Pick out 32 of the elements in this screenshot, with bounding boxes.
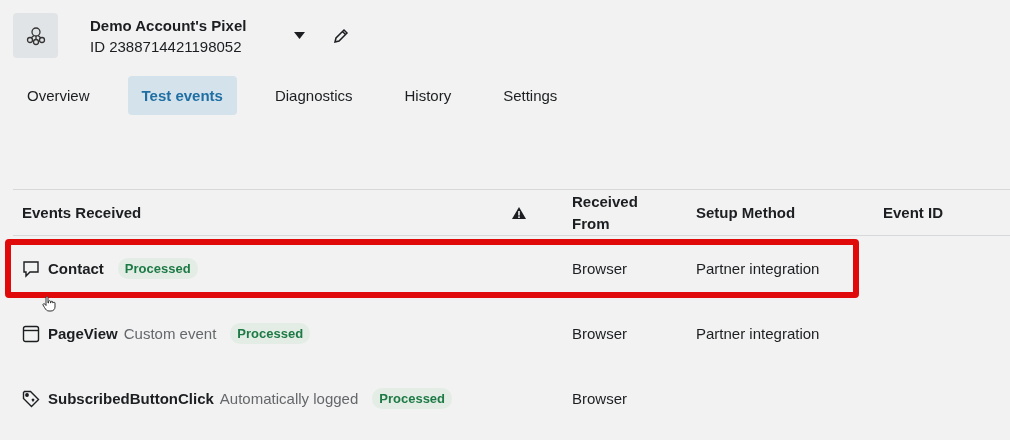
event-name[interactable]: PageView <box>48 325 118 342</box>
table-cell: Browser <box>572 324 627 342</box>
network-icon <box>24 24 47 47</box>
status-badge: Processed <box>117 258 198 279</box>
event-name[interactable]: SubscribedButtonClick <box>48 390 214 407</box>
event-description: Automatically logged <box>219 390 359 407</box>
tab[interactable]: Test events <box>127 76 237 115</box>
column-header: Setup Method <box>696 203 796 221</box>
tab[interactable]: Overview <box>13 76 104 115</box>
window-icon <box>22 324 40 343</box>
status-badge: Processed <box>230 323 311 344</box>
speech-bubble-icon <box>22 259 40 278</box>
event-description: Custom event <box>123 325 217 342</box>
hand-cursor-icon <box>42 296 56 312</box>
tag-icon <box>22 389 40 408</box>
table-cell: Partner integration <box>696 324 820 342</box>
pencil-icon[interactable] <box>332 26 350 45</box>
pixel-name: Demo Account's Pixel <box>90 16 248 34</box>
column-header: Event ID <box>883 203 943 221</box>
event-name[interactable]: Contact <box>48 260 104 277</box>
pixel-id: ID 2388714421198052 <box>90 37 243 55</box>
tab[interactable]: Settings <box>489 76 572 115</box>
column-header: Events Received <box>22 204 142 221</box>
table-cell: Browser <box>572 389 627 407</box>
column-header: Received From <box>572 191 639 234</box>
table-cell: Partner integration <box>696 259 820 277</box>
status-badge: Processed <box>372 388 453 409</box>
warning-icon <box>512 206 526 219</box>
table-cell: Browser <box>572 259 627 277</box>
tab[interactable]: History <box>390 76 466 115</box>
tab[interactable]: Diagnostics <box>260 76 367 115</box>
caret-icon[interactable] <box>294 32 305 39</box>
